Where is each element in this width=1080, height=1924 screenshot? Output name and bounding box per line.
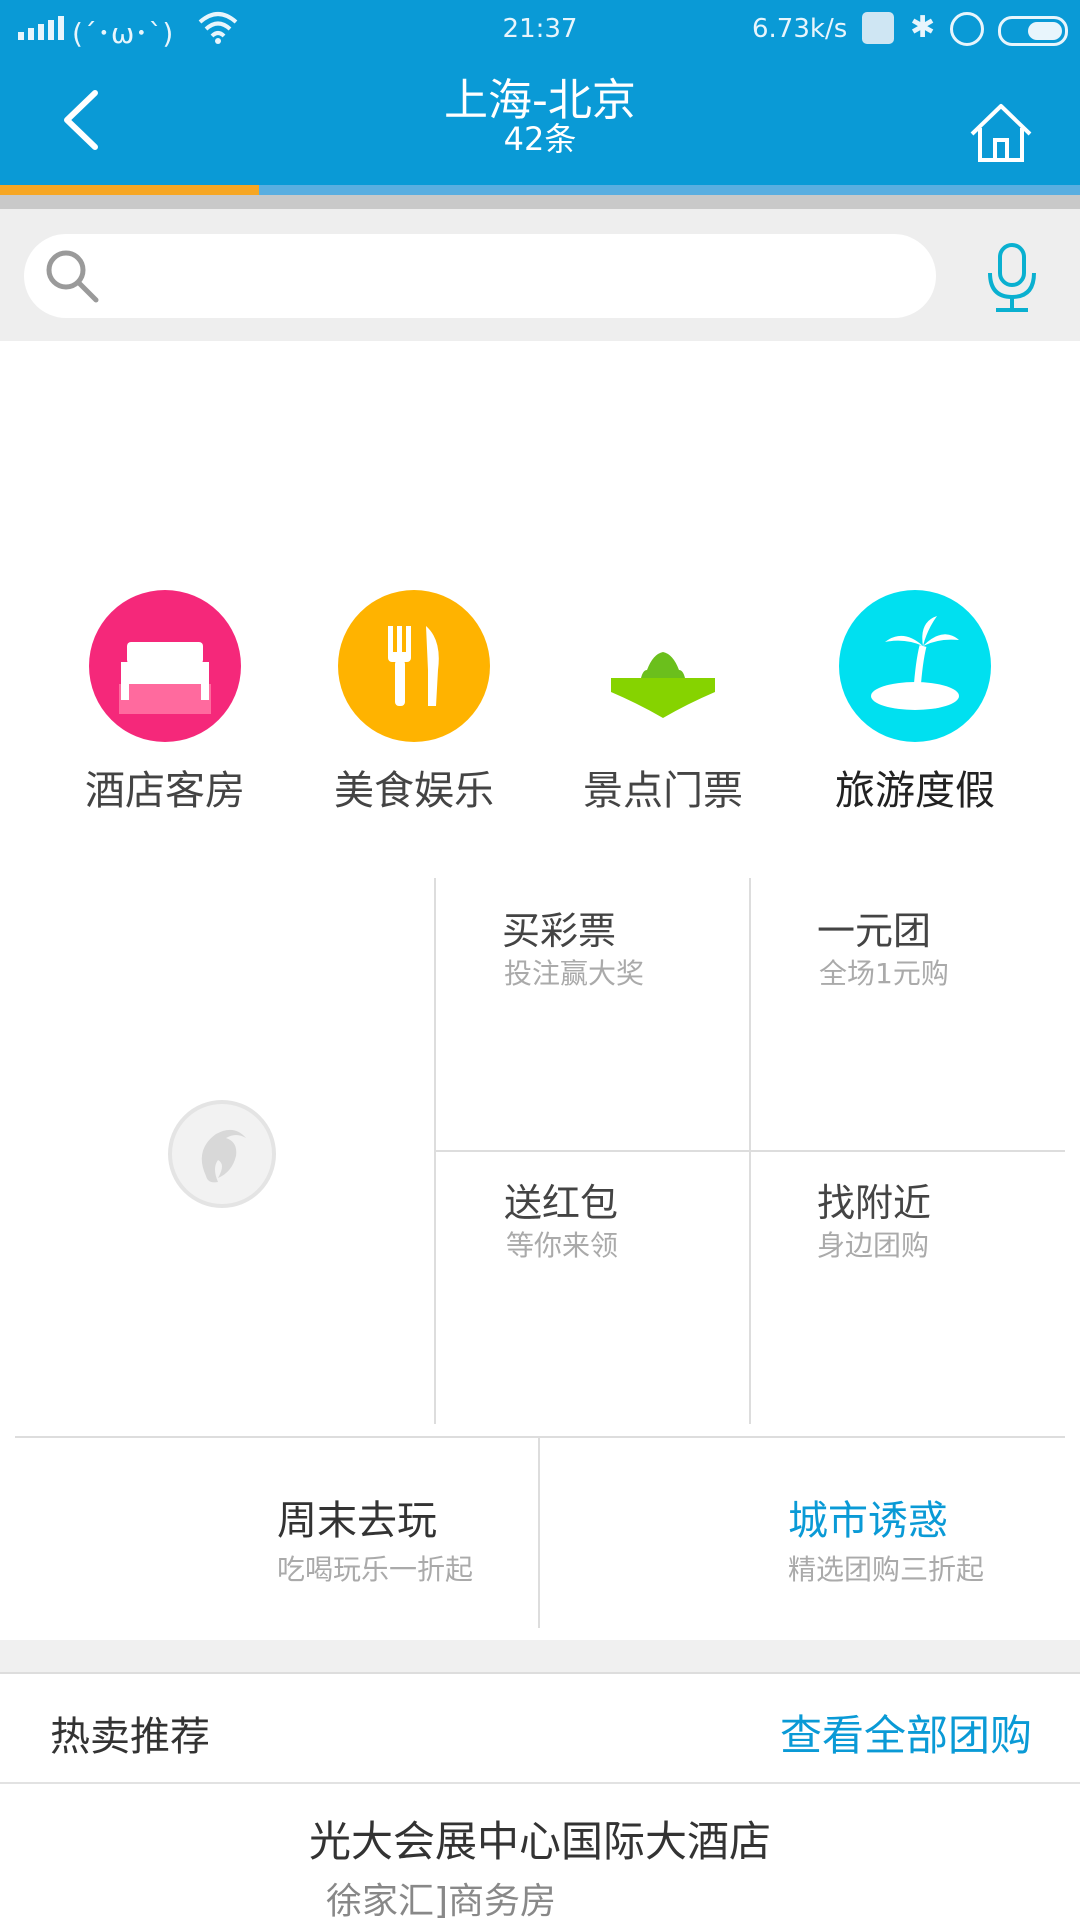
- microphone-icon: [988, 243, 1036, 312]
- section-title: 热卖推荐: [50, 1714, 210, 1760]
- cell-title: 送红包: [504, 1181, 619, 1225]
- cell-title: 买彩票: [502, 909, 617, 953]
- mascot-logo: [166, 1098, 278, 1210]
- grid-cell-nearby[interactable]: 找附近 身边团购: [751, 1152, 1065, 1424]
- promo-subtitle: 吃喝玩乐一折起: [277, 1553, 474, 1586]
- category-tickets[interactable]: 景点门票: [538, 590, 788, 816]
- category-food[interactable]: 美食娱乐: [289, 590, 539, 816]
- home-button[interactable]: [968, 100, 1034, 166]
- search-input[interactable]: [24, 234, 936, 318]
- palm-island-icon: [839, 590, 991, 742]
- cell-title: 一元团: [817, 909, 932, 953]
- result-count: 42条: [503, 120, 577, 158]
- category-row: 酒店客房 美食娱乐 景点门票 旅游度假: [0, 590, 1080, 820]
- app-header: (´･ω･`) 21:37 6.73k/s ✱ 上海-北京 42条: [0, 0, 1080, 195]
- progress-fill: [0, 185, 260, 195]
- category-label: 旅游度假: [835, 768, 995, 814]
- cell-subtitle: 全场1元购: [819, 957, 949, 990]
- promo-title: 周末去玩: [277, 1498, 437, 1544]
- voice-search-button[interactable]: [982, 243, 1042, 313]
- cell-subtitle: 投注赢大奖: [504, 957, 645, 990]
- hot-section-header: 热卖推荐 查看全部团购: [0, 1674, 1080, 1784]
- bed-icon: [89, 590, 241, 742]
- category-label: 酒店客房: [85, 768, 245, 814]
- hotel-name: 光大会展中心国际大酒店: [308, 1817, 771, 1866]
- search-bar: [0, 209, 1080, 341]
- cell-title: 找附近: [817, 1181, 932, 1225]
- promo-city[interactable]: 城市诱惑 精选团购三折起: [540, 1438, 1065, 1628]
- home-icon: [970, 104, 1032, 162]
- promo-weekend[interactable]: 周末去玩 吃喝玩乐一折起: [15, 1438, 538, 1628]
- loading-progress: [0, 185, 1080, 195]
- ticket-icon: [587, 590, 739, 742]
- category-travel[interactable]: 旅游度假: [790, 590, 1040, 816]
- battery-icon: [998, 16, 1068, 46]
- section-separator: [0, 1640, 1080, 1674]
- divider: [0, 195, 1080, 209]
- promo-subtitle: 精选团购三折起: [788, 1553, 985, 1586]
- category-hotel[interactable]: 酒店客房: [40, 590, 290, 816]
- cell-subtitle: 身边团购: [817, 1229, 930, 1262]
- cell-subtitle: 等你来领: [506, 1229, 619, 1262]
- alarm-icon: [950, 12, 984, 46]
- grid-cell-red-packet[interactable]: 送红包 等你来领: [436, 1152, 749, 1424]
- bluetooth-icon: ✱: [910, 10, 936, 45]
- promo-title: 城市诱惑: [788, 1498, 948, 1544]
- category-label: 美食娱乐: [334, 768, 494, 814]
- nfc-icon: [862, 12, 894, 44]
- hotel-subtitle: 徐家汇]商务房: [326, 1881, 557, 1922]
- view-all-link[interactable]: 查看全部团购: [780, 1702, 1032, 1763]
- grid-cell-one-yuan[interactable]: 一元团 全场1元购: [751, 880, 1065, 1150]
- fork-knife-icon: [338, 590, 490, 742]
- search-icon: [46, 250, 99, 303]
- status-bar: (´･ω･`) 21:37 6.73k/s ✱: [0, 0, 1080, 58]
- category-label: 景点门票: [583, 768, 743, 814]
- network-speed: 6.73k/s: [752, 14, 848, 44]
- grid-cell-lottery[interactable]: 买彩票 投注赢大奖: [436, 880, 749, 1150]
